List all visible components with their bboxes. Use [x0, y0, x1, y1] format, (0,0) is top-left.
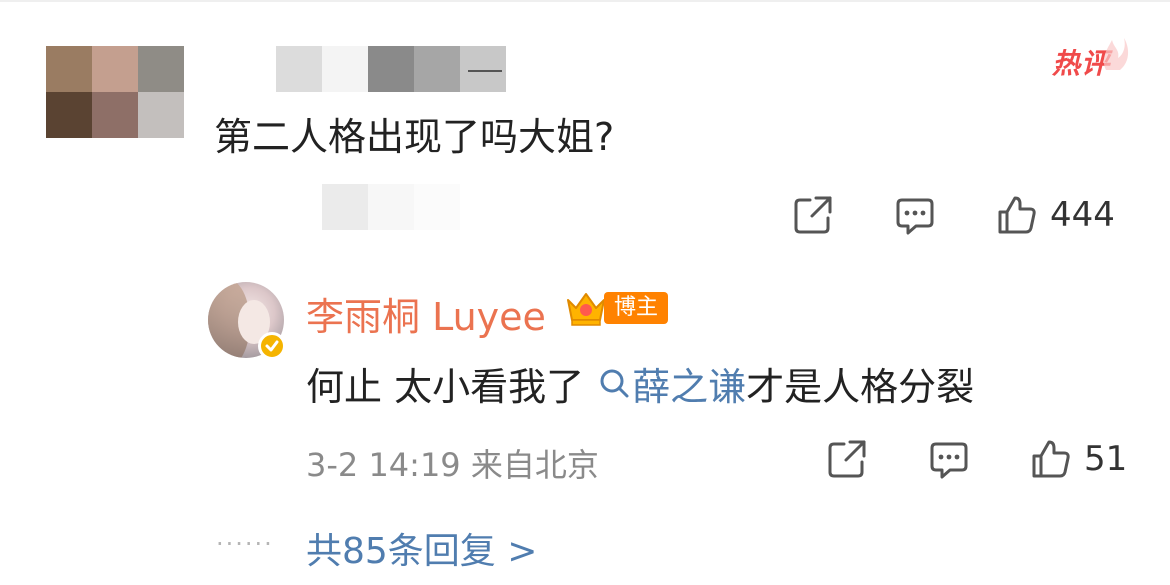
comment-icon — [896, 198, 934, 235]
comment-meta-redacted — [322, 184, 460, 230]
comment-button[interactable] — [894, 196, 936, 238]
reply-text-after: 才是人格分裂 — [746, 365, 975, 409]
reply-text-before: 何止 太小看我了 — [306, 365, 585, 409]
search-icon — [600, 369, 629, 397]
thumbs-up-icon — [1032, 440, 1070, 478]
reply-meta: 3-2 14:19 来自北京 — [306, 446, 599, 484]
reply-share-button[interactable] — [826, 438, 868, 480]
reply-comment-button[interactable] — [928, 440, 970, 482]
commenter-avatar[interactable] — [46, 46, 184, 138]
flame-icon — [1103, 38, 1129, 70]
like-button[interactable]: 444 — [996, 194, 1115, 236]
share-icon — [828, 440, 866, 478]
comment-icon — [930, 442, 968, 479]
topic-name: 薛之谦 — [632, 365, 747, 409]
more-replies-link[interactable]: 共85条回复 > — [306, 522, 537, 574]
more-dots: ······ — [216, 530, 274, 558]
commenter-name-redacted[interactable] — [276, 46, 506, 92]
blogger-tag: 博主 — [604, 292, 669, 324]
comment-text: 第二人格出现了吗大姐? — [214, 115, 615, 159]
reply-author-name[interactable]: 李雨桐 Luyee — [306, 286, 546, 341]
topic-link[interactable]: 薛之谦 — [598, 356, 746, 411]
top-divider — [0, 0, 1170, 2]
thumbs-up-icon — [998, 196, 1036, 234]
share-icon — [794, 196, 832, 234]
reply-like-count: 51 — [1084, 439, 1128, 479]
share-button[interactable] — [792, 194, 834, 236]
like-count: 444 — [1050, 195, 1115, 235]
crown-icon — [567, 293, 605, 326]
reply-text: 何止 太小看我了 薛之谦 才是人格分裂 — [306, 356, 974, 411]
reply-like-button[interactable]: 51 — [1030, 438, 1127, 480]
verified-badge-icon — [258, 332, 286, 360]
